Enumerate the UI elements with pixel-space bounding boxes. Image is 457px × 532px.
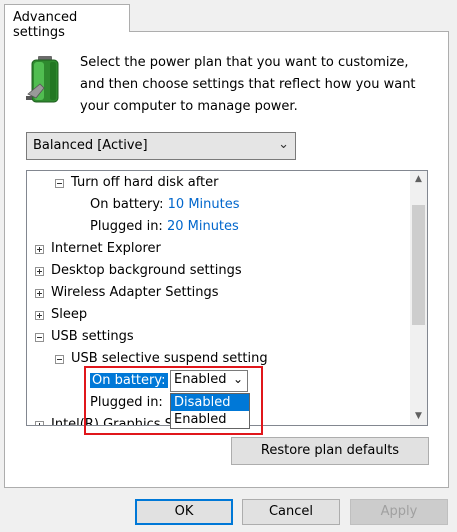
dropdown-option-enabled[interactable]: Enabled: [171, 411, 249, 428]
usb-plugged-in-label[interactable]: Plugged in:: [90, 393, 163, 413]
chevron-down-icon: ⌄: [278, 137, 289, 152]
hard-disk-plugged-in-label: Plugged in:: [90, 219, 163, 234]
hard-disk-on-battery-value[interactable]: 10 Minutes: [168, 197, 240, 212]
tree-item-internet-explorer[interactable]: Internet Explorer: [51, 239, 161, 259]
battery-power-icon: [26, 56, 59, 103]
chevron-down-icon: ⌄: [232, 372, 243, 386]
dropdown-option-disabled[interactable]: Disabled: [171, 394, 249, 411]
scroll-up-icon[interactable]: ▲: [410, 171, 427, 188]
scroll-down-icon[interactable]: ▼: [410, 408, 427, 425]
tree-scrollbar[interactable]: ▲ ▼: [410, 171, 427, 425]
intro-description: Select the power plan that you want to c…: [80, 55, 416, 114]
apply-button[interactable]: Apply: [350, 499, 448, 525]
usb-on-battery-label[interactable]: On battery:: [90, 371, 168, 391]
tree-item-sleep[interactable]: Sleep: [51, 305, 87, 325]
tree-item-wireless-adapter[interactable]: Wireless Adapter Settings: [51, 283, 219, 303]
cancel-button[interactable]: Cancel: [242, 499, 340, 525]
hard-disk-on-battery[interactable]: On battery: 10 Minutes: [90, 195, 240, 215]
usb-on-battery-combo[interactable]: Enabled ⌄: [170, 370, 248, 392]
collapse-toggle-icon[interactable]: [55, 179, 64, 188]
power-plan-select[interactable]: Balanced [Active] ⌄: [26, 132, 296, 160]
hard-disk-plugged-in[interactable]: Plugged in: 20 Minutes: [90, 217, 239, 237]
collapse-toggle-icon[interactable]: [55, 355, 64, 364]
tree-item-hard-disk[interactable]: Turn off hard disk after: [71, 173, 219, 193]
expand-toggle-icon[interactable]: [35, 267, 44, 276]
hard-disk-plugged-in-value[interactable]: 20 Minutes: [167, 219, 239, 234]
expand-toggle-icon[interactable]: [35, 245, 44, 254]
hard-disk-on-battery-label: On battery:: [90, 197, 164, 212]
restore-plan-defaults-button[interactable]: Restore plan defaults: [231, 437, 429, 465]
expand-toggle-icon[interactable]: [35, 311, 44, 320]
usb-on-battery-combo-value: Enabled: [174, 372, 227, 387]
expand-toggle-icon[interactable]: [35, 421, 44, 425]
tree-item-usb-selective-suspend[interactable]: USB selective suspend setting: [71, 349, 268, 369]
scrollbar-thumb[interactable]: [412, 205, 425, 325]
expand-toggle-icon[interactable]: [35, 289, 44, 298]
tree-item-desktop-background[interactable]: Desktop background settings: [51, 261, 242, 281]
usb-on-battery-dropdown[interactable]: Disabled Enabled: [170, 393, 250, 429]
usb-on-battery-label-text: On battery:: [90, 373, 168, 388]
collapse-toggle-icon[interactable]: [35, 333, 44, 342]
tab-advanced-settings[interactable]: Advanced settings: [4, 4, 130, 40]
power-plan-value: Balanced [Active]: [33, 138, 148, 153]
ok-button[interactable]: OK: [135, 499, 233, 525]
tree-item-usb-settings[interactable]: USB settings: [51, 327, 134, 347]
